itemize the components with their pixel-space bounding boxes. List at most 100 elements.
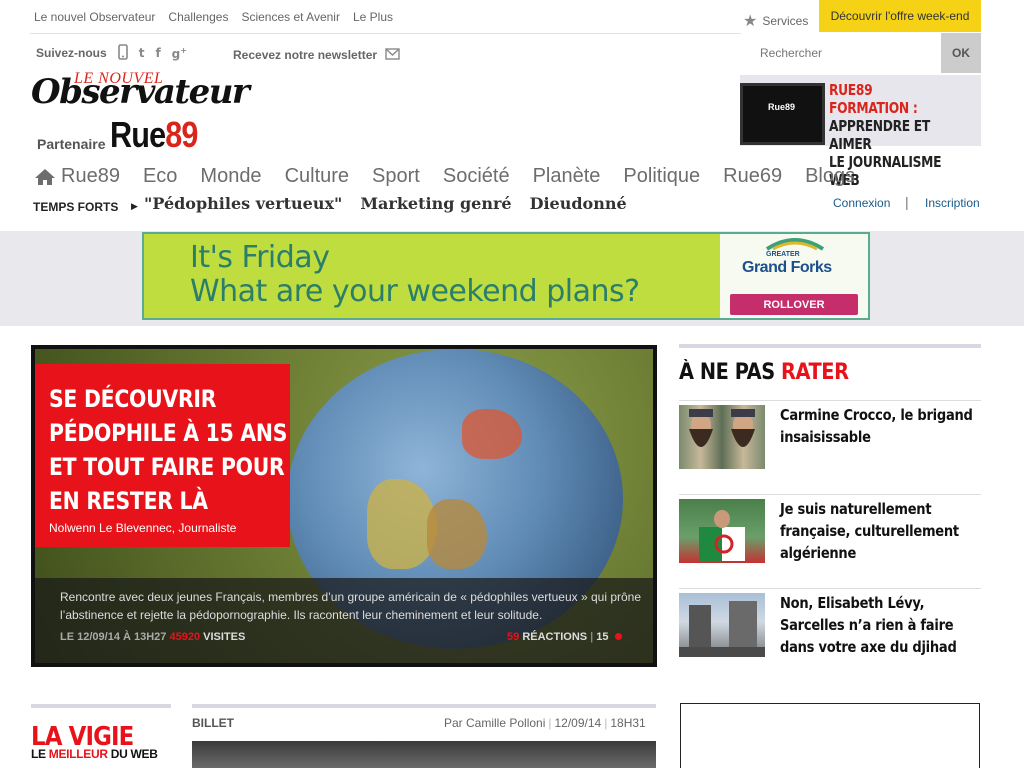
rue89-formation-banner[interactable]: Rue89 RUE89 FORMATION : APPRENDRE ET AIM… — [740, 75, 981, 189]
hero-description: Rencontre avec deux jeunes Français, mem… — [60, 590, 642, 622]
nav-item-rue69[interactable]: Rue69 — [723, 165, 782, 188]
ad-rollover-button[interactable]: ROLLOVER — [730, 294, 858, 315]
register-link[interactable]: Inscription — [925, 196, 980, 210]
top-network-nav: Le nouvel Observateur Challenges Science… — [34, 10, 406, 26]
hero-reactions-label: RÉACTIONS — [522, 631, 588, 643]
red-dot-icon — [614, 633, 622, 640]
list-item[interactable]: Je suis naturellement française, culture… — [679, 494, 981, 564]
hero-date: LE 12/09/14 À 13H27 — [60, 631, 167, 643]
services-label: Services — [762, 14, 809, 28]
billet-meta: Par Camille Polloni | 12/09/14 | 18H31 — [444, 716, 646, 730]
hero-visits-count: 45920 — [169, 631, 201, 643]
right-column-top-bar — [679, 344, 981, 348]
newsletter-link[interactable]: Recevez notre newsletter — [233, 46, 400, 64]
formation-line2: APPRENDRE ET AIMER — [829, 117, 930, 153]
hero-article[interactable]: SE DÉCOUVRIR PÉDOPHILE À 15 ANS ET TOUT … — [31, 345, 657, 667]
topnav-link-le-plus[interactable]: Le Plus — [353, 10, 393, 26]
article-thumbnail — [679, 499, 765, 563]
triangle-right-icon: ▶ — [131, 201, 138, 211]
ad-line1: It's Friday — [190, 240, 330, 275]
formation-line1: RUE89 FORMATION : — [829, 81, 918, 117]
logo-observateur[interactable]: Observateur — [31, 72, 250, 112]
vigie-sub-b: MEILLEUR — [48, 747, 108, 761]
la-vigie-block[interactable]: LA VIGIE LE MEILLEUR DU WEB — [31, 704, 171, 768]
ad-brand: Grand Forks — [742, 259, 832, 276]
hero-title-box: SE DÉCOUVRIR PÉDOPHILE À 15 ANS ET TOUT … — [35, 364, 290, 547]
nav-item-societe[interactable]: Société — [443, 165, 510, 188]
nav-item-politique[interactable]: Politique — [623, 165, 700, 188]
billet-time: 18H31 — [610, 716, 646, 730]
follow-label: Suivez-nous — [36, 46, 107, 60]
hero-extra-count: 15 — [596, 631, 609, 643]
grand-forks-logo-icon — [765, 238, 825, 251]
search-input[interactable] — [741, 33, 941, 73]
article-title[interactable]: Je suis naturellement française, culture… — [780, 498, 984, 564]
nav-item-eco[interactable]: Eco — [143, 165, 177, 188]
main-nav: Rue89 Eco Monde Culture Sport Société Pl… — [34, 165, 878, 188]
temps-fort-link-dieudonne[interactable]: Dieudonné — [530, 194, 627, 213]
advertisement-banner[interactable]: It's Friday What are your weekend plans?… — [142, 232, 870, 320]
facebook-icon[interactable]: f — [155, 46, 160, 60]
hero-author: Nolwenn Le Blevennec, Journaliste — [49, 521, 237, 535]
hero-meta-separator: | — [590, 631, 594, 643]
hero-visits-label: VISITES — [203, 631, 246, 643]
envelope-icon — [385, 47, 400, 63]
nav-item-sport[interactable]: Sport — [372, 165, 420, 188]
article-title[interactable]: Non, Elisabeth Lévy, Sarcelles n’a rien … — [780, 592, 984, 658]
sidebar-ad-box — [680, 703, 980, 768]
nav-item-blogs[interactable]: Blogs — [805, 165, 855, 188]
social-follow: Suivez-nous t f g+ — [36, 43, 187, 63]
ne-pas-rater-title-a: À NE PAS — [679, 360, 782, 385]
search-button[interactable]: OK — [941, 33, 981, 73]
google-plus-icon[interactable]: g+ — [172, 46, 187, 61]
la-vigie-subtitle: LE MEILLEUR DU WEB — [31, 747, 158, 761]
rue89-logo[interactable]: Rue89 — [110, 114, 198, 156]
ad-brand-panel: GREATER Grand Forks ROLLOVER — [720, 234, 868, 318]
billet-image[interactable] — [192, 741, 656, 768]
billet-author[interactable]: Par Camille Polloni — [444, 716, 545, 730]
laptop-screen-image: Rue89 — [740, 83, 825, 145]
article-title[interactable]: Carmine Crocco, le brigand insaisissable — [780, 404, 984, 448]
ad-brand-small: GREATER — [766, 251, 800, 258]
hero-reactions[interactable]: 59 RÉACTIONS | 15 — [507, 631, 622, 643]
temps-fort-link-marketing[interactable]: Marketing genré — [360, 194, 511, 213]
topnav-link-challenges[interactable]: Challenges — [168, 10, 228, 26]
topnav-link-sciences[interactable]: Sciences et Avenir — [241, 10, 340, 26]
billet-label: BILLET — [192, 716, 234, 730]
hero-reactions-count: 59 — [507, 631, 520, 643]
star-icon: ★ — [743, 13, 758, 30]
temps-forts-links: "Pédophiles vertueux" Marketing genré Di… — [144, 194, 645, 213]
temps-fort-link-pedophiles[interactable]: "Pédophiles vertueux" — [144, 194, 342, 213]
globe-land-shape — [427, 499, 487, 569]
hero-description-strip: Rencontre avec deux jeunes Français, mem… — [35, 578, 653, 663]
globe-land-shape — [462, 409, 522, 459]
billet-sep: | — [604, 716, 608, 730]
list-item[interactable]: Non, Elisabeth Lévy, Sarcelles n’a rien … — [679, 588, 981, 658]
topnav-link-nouvel-obs[interactable]: Le nouvel Observateur — [34, 10, 155, 26]
vigie-sub-c: DU WEB — [107, 747, 158, 761]
weekend-offer-button[interactable]: Découvrir l'offre week-end — [819, 0, 981, 32]
ad-line2: What are your weekend plans? — [190, 274, 640, 309]
rue89-logo-rue: Rue — [110, 114, 166, 155]
billet-sep: | — [548, 716, 552, 730]
list-item[interactable]: Carmine Crocco, le brigand insaisissable — [679, 400, 981, 470]
hero-meta: LE 12/09/14 À 13H27 45920 VISITES — [60, 631, 245, 643]
newsletter-label: Recevez notre newsletter — [233, 48, 378, 62]
temps-forts-label: TEMPS FORTS — [33, 200, 119, 214]
twitter-icon[interactable]: t — [139, 46, 145, 60]
services-menu[interactable]: ★ Services — [743, 10, 808, 32]
hero-title[interactable]: SE DÉCOUVRIR PÉDOPHILE À 15 ANS ET TOUT … — [49, 382, 296, 518]
nav-item-monde[interactable]: Monde — [200, 165, 261, 188]
screen-logo-text: Rue89 — [768, 102, 796, 112]
login-link[interactable]: Connexion — [833, 196, 890, 210]
article-thumbnail — [679, 593, 765, 657]
nav-item-rue89[interactable]: Rue89 — [34, 165, 120, 188]
ne-pas-rater-title-b: RATER — [781, 360, 849, 385]
nav-label-rue89: Rue89 — [61, 165, 120, 187]
nav-item-culture[interactable]: Culture — [285, 165, 349, 188]
billet-date: 12/09/14 — [554, 716, 602, 730]
partner-label: Partenaire — [37, 136, 106, 152]
mobile-icon[interactable] — [117, 43, 128, 63]
billet-top-bar — [192, 704, 656, 708]
nav-item-planete[interactable]: Planète — [533, 165, 601, 188]
